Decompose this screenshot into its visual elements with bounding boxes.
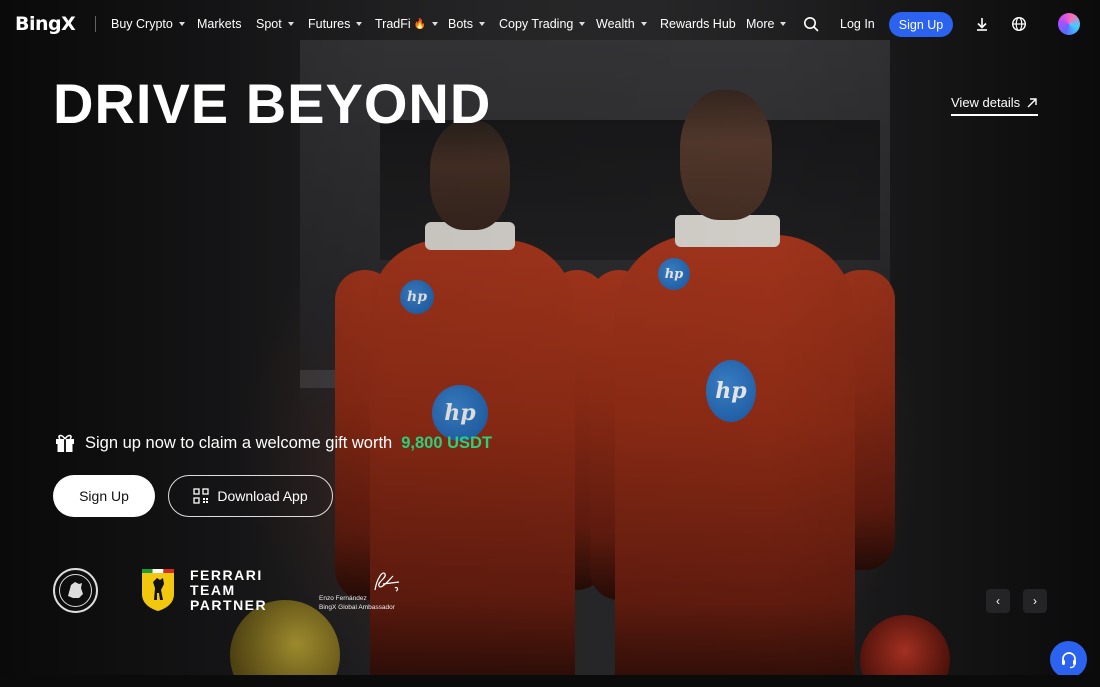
nav-item-tradfi[interactable]: TradFi 🔥 (375, 17, 439, 31)
ambassador-badge: Enzo Fernández BingX Global Ambassador (319, 568, 409, 613)
caret-down-icon (780, 22, 787, 26)
nav-item-spot[interactable]: Spot (256, 17, 294, 31)
caret-down-icon (479, 22, 486, 26)
nav-item-bots[interactable]: Bots (448, 17, 486, 31)
caret-down-icon (432, 22, 439, 26)
signup-nav-button[interactable]: Sign Up (889, 12, 953, 37)
fire-icon: 🔥 (413, 18, 427, 30)
ferrari-partner-text: FERRARI TEAM PARTNER (190, 568, 267, 613)
carousel-next-button[interactable]: › (1023, 589, 1047, 613)
download-icon[interactable] (972, 14, 992, 34)
nav-item-buy-crypto[interactable]: Buy Crypto (111, 17, 185, 31)
nav-item-futures[interactable]: Futures (308, 17, 363, 31)
hero-signup-button[interactable]: Sign Up (53, 475, 155, 517)
download-app-button[interactable]: Download App (168, 475, 333, 517)
nav-item-more[interactable]: More (746, 17, 787, 31)
carousel-prev-button[interactable]: ‹ (986, 589, 1010, 613)
promo-text: Sign up now to claim a welcome gift wort… (85, 433, 393, 452)
headset-icon (1061, 651, 1076, 668)
ferrari-line-3: PARTNER (190, 597, 268, 613)
promo-line: Sign up now to claim a welcome gift wort… (54, 432, 492, 454)
download-app-label: Download App (217, 488, 308, 504)
caret-down-icon (178, 22, 185, 26)
bingx-logo[interactable]: BingX (15, 13, 76, 35)
gift-icon (56, 434, 74, 452)
signature-icon (374, 572, 400, 592)
support-chat-button[interactable] (1050, 641, 1087, 678)
login-link[interactable]: Log In (840, 17, 875, 31)
chelsea-lion-icon (59, 574, 92, 607)
ferrari-shield-icon (142, 569, 174, 611)
caret-down-icon (579, 22, 586, 26)
ferrari-line-1: FERRARI (190, 567, 263, 583)
nav-item-wealth[interactable]: Wealth (596, 17, 647, 31)
globe-icon[interactable] (1009, 14, 1029, 34)
caret-down-icon (356, 22, 363, 26)
arrow-up-right-icon (1027, 97, 1037, 107)
avatar[interactable] (1058, 13, 1080, 35)
ferrari-line-2: TEAM (190, 582, 236, 598)
nav-item-rewards-hub[interactable]: Rewards Hub (660, 17, 736, 31)
view-details-link[interactable]: View details (951, 95, 1039, 116)
view-details-label: View details (951, 95, 1021, 110)
hero-headline: DRIVE BEYOND (53, 72, 492, 135)
promo-amount: 9,800 USDT (401, 433, 493, 452)
ambassador-name: Enzo Fernández (319, 595, 367, 602)
top-nav: BingX Buy Crypto Markets Spot Futures Tr… (0, 0, 1100, 48)
caret-down-icon (640, 22, 647, 26)
search-icon[interactable] (801, 14, 821, 34)
nav-item-copy-trading[interactable]: Copy Trading (499, 17, 586, 31)
bottom-strip (0, 675, 1100, 687)
nav-item-markets[interactable]: Markets (197, 17, 241, 31)
nav-divider (95, 16, 96, 32)
caret-down-icon (287, 22, 294, 26)
qr-code-icon (193, 488, 209, 504)
ambassador-role: BingX Global Ambassador (319, 604, 395, 611)
chelsea-logo (53, 568, 98, 613)
